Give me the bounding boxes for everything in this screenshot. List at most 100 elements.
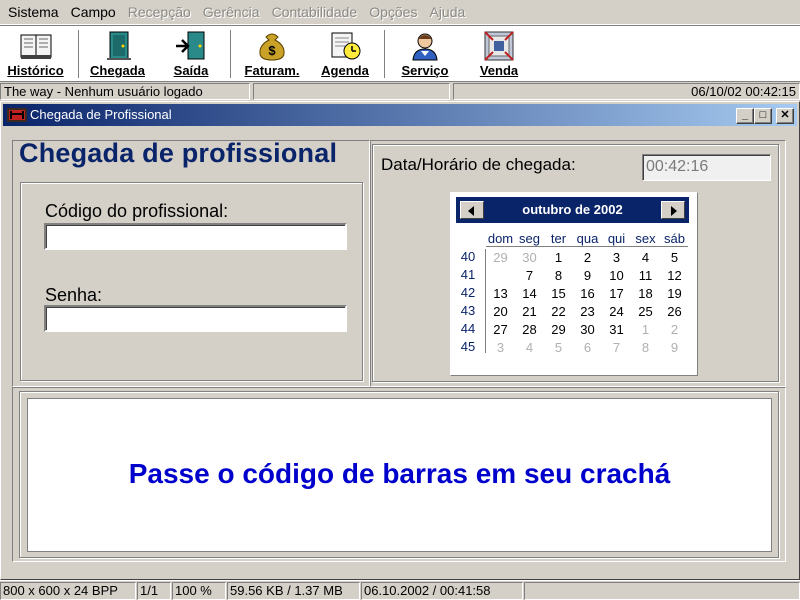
week-number: 43	[460, 303, 476, 318]
day-number: 4	[641, 250, 650, 265]
calendar-day[interactable]: 15	[544, 285, 573, 302]
professional-code-input[interactable]	[44, 223, 347, 250]
calendar-day[interactable]: 14	[515, 285, 544, 302]
calendar-day[interactable]: 31	[602, 321, 631, 338]
calendar-day[interactable]: 5	[660, 249, 689, 266]
menu-opcoes[interactable]: Opções	[363, 0, 423, 24]
calendar-day[interactable]: 1	[631, 321, 660, 338]
maximize-button[interactable]: □	[754, 108, 772, 124]
calendar-day[interactable]: 7	[515, 267, 544, 284]
toolbar-historico-button[interactable]: Histórico	[2, 26, 69, 82]
calendar-day[interactable]: 9	[660, 339, 689, 356]
calendar-day[interactable]: 22	[544, 303, 573, 320]
toolbar-venda-button[interactable]: Venda	[470, 26, 528, 82]
day-number: 19	[667, 286, 682, 301]
toolbar-label: Saída	[173, 63, 209, 78]
weekday-header: seg	[519, 231, 540, 246]
toolbar-separator	[384, 30, 386, 78]
calendar-day-selected[interactable]: 6	[486, 266, 518, 288]
toolbar-label: Agenda	[321, 63, 369, 78]
calendar-day[interactable]: 26	[660, 303, 689, 320]
calendar-day[interactable]: 11	[631, 267, 660, 284]
file-size: 59.56 KB / 1.37 MB	[227, 582, 360, 600]
calendar-day[interactable]: 20	[486, 303, 515, 320]
calendar-day[interactable]: 10	[602, 267, 631, 284]
calendar-day[interactable]: 29	[544, 321, 573, 338]
day-number: 3	[612, 250, 621, 265]
minimize-button[interactable]: _	[736, 108, 754, 124]
day-number: 2	[670, 322, 679, 337]
week-number: 45	[460, 339, 476, 354]
menu-gerencia[interactable]: Gerência	[197, 0, 266, 24]
toolbar-chegada-button[interactable]: Chegada	[84, 26, 151, 82]
calendar-month-label: outubro de 2002	[522, 202, 623, 217]
svg-text:$: $	[268, 43, 276, 58]
calendar-day[interactable]: 2	[660, 321, 689, 338]
calendar-day[interactable]: 4	[631, 249, 660, 266]
day-number: 10	[609, 268, 624, 283]
calendar-day[interactable]: 12	[660, 267, 689, 284]
day-number: 1	[641, 322, 650, 337]
calendar-day[interactable]: 5	[544, 339, 573, 356]
calendar-day[interactable]: 1	[544, 249, 573, 266]
instruction-message: Passe o código de barras em seu crachá	[128, 458, 671, 489]
app-window-icon	[7, 108, 27, 122]
toolbar-servico-button[interactable]: Serviço	[388, 26, 462, 82]
calendar-day[interactable]: 29	[486, 249, 515, 266]
toolbar-label: Chegada	[90, 63, 145, 78]
calendar-day[interactable]: 3	[486, 339, 515, 356]
toolbar-saida-button[interactable]: Saída	[158, 26, 224, 82]
calendar-day[interactable]: 17	[602, 285, 631, 302]
arrival-time-field[interactable]: 00:42:16	[642, 154, 771, 181]
day-number: 25	[638, 304, 653, 319]
calendar-day[interactable]: 3	[602, 249, 631, 266]
password-input[interactable]	[44, 305, 347, 332]
menu-campo[interactable]: Campo	[65, 0, 122, 24]
menu-recepcao[interactable]: Recepção	[122, 0, 197, 24]
image-dimensions: 800 x 600 x 24 BPP	[0, 582, 136, 600]
calendar-day[interactable]: 25	[631, 303, 660, 320]
day-number: 5	[554, 340, 563, 355]
menu-sistema[interactable]: Sistema	[2, 0, 65, 24]
calendar-day[interactable]: 19	[660, 285, 689, 302]
calendar-day[interactable]: 2	[573, 249, 602, 266]
calendar-day[interactable]: 6	[573, 339, 602, 356]
code-label: Código do profissional:	[45, 201, 229, 221]
calendar-day[interactable]: 8	[544, 267, 573, 284]
day-number: 20	[493, 304, 508, 319]
calendar-day[interactable]: 30	[573, 321, 602, 338]
calendar-day[interactable]: 30	[515, 249, 544, 266]
calendar-day[interactable]: 4	[515, 339, 544, 356]
week-number: 41	[460, 267, 476, 282]
day-number: 13	[493, 286, 508, 301]
close-button[interactable]: ✕	[776, 108, 794, 124]
menu-bar: Sistema Campo Recepção Gerência Contabilidad…	[0, 0, 800, 25]
calendar-day[interactable]: 27	[486, 321, 515, 338]
message-area: Passe o código de barras em seu crachá	[27, 398, 772, 552]
status-datetime: 06/10/02 00:42:15	[453, 83, 800, 100]
sale-icon	[484, 31, 514, 61]
calendar-day[interactable]: 24	[602, 303, 631, 320]
toolbar-faturam-button[interactable]: $ Faturam.	[236, 26, 308, 82]
day-number: 12	[667, 268, 682, 283]
door-icon	[106, 31, 131, 60]
window-titlebar[interactable]: Chegada de Profissional _ □ ✕	[3, 104, 797, 126]
next-month-button[interactable]	[661, 201, 685, 219]
toolbar-agenda-button[interactable]: Agenda	[312, 26, 378, 82]
calendar-day[interactable]: 8	[631, 339, 660, 356]
calendar-day[interactable]: 16	[573, 285, 602, 302]
menu-ajuda[interactable]: Ajuda	[423, 0, 471, 24]
calendar-day[interactable]: 18	[631, 285, 660, 302]
prev-month-button[interactable]	[460, 201, 484, 219]
calendar-day[interactable]: 9	[573, 267, 602, 284]
calendar-day[interactable]: 28	[515, 321, 544, 338]
calendar-day[interactable]: 23	[573, 303, 602, 320]
page-title: Chegada de profissional	[19, 138, 338, 168]
calendar-day[interactable]: 13	[486, 285, 515, 302]
menu-contabilidade[interactable]: Contabilidade	[266, 0, 364, 24]
calendar-day[interactable]: 7	[602, 339, 631, 356]
day-number: 8	[641, 340, 650, 355]
day-number: 9	[583, 268, 592, 283]
toolbar-separator	[230, 30, 232, 78]
calendar-day[interactable]: 21	[515, 303, 544, 320]
